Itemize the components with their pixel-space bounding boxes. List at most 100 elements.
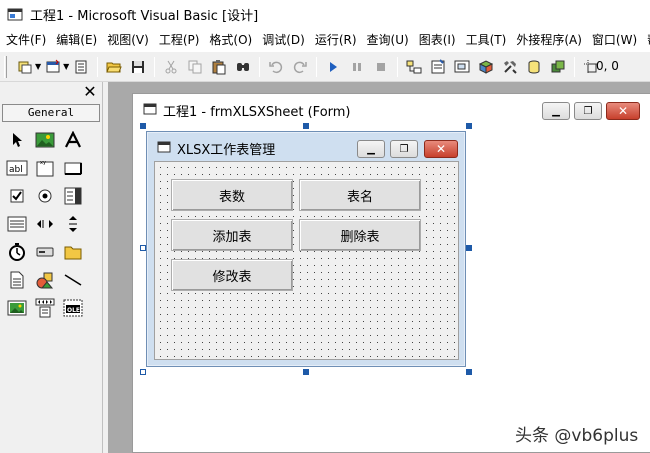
- menu-file[interactable]: 文件(F): [0, 28, 50, 52]
- app-title: 工程1 - Microsoft Visual Basic [设计]: [30, 8, 259, 24]
- commandbutton-tool-icon[interactable]: [59, 154, 87, 182]
- menu-help[interactable]: 帮助: [641, 28, 650, 52]
- minimize-icon: ▁: [552, 105, 560, 117]
- image-tool-icon[interactable]: [3, 294, 31, 322]
- standard-toolbar: ▼ ▼ 0, 0: [0, 52, 650, 82]
- toolbar-separator: [154, 56, 156, 77]
- form-minimize-button[interactable]: ▁: [357, 140, 385, 158]
- frame-tool-icon[interactable]: xy: [31, 154, 59, 182]
- menu-run[interactable]: 运行(R): [309, 28, 361, 52]
- copy-icon[interactable]: [184, 56, 206, 78]
- menu-addins[interactable]: 外接程序(A): [510, 28, 586, 52]
- dirlistbox-tool-icon[interactable]: [59, 238, 87, 266]
- paste-icon[interactable]: [208, 56, 230, 78]
- menu-project[interactable]: 工程(P): [153, 28, 204, 52]
- maximize-icon: ❐: [399, 143, 409, 155]
- undo-icon[interactable]: [265, 56, 287, 78]
- pointer-tool-icon[interactable]: [3, 126, 31, 154]
- listbox-tool-icon[interactable]: [3, 210, 31, 238]
- form-close-button[interactable]: ✕: [424, 140, 458, 158]
- position-readout: 0, 0: [596, 59, 619, 73]
- menu-format[interactable]: 格式(O): [203, 28, 256, 52]
- project-explorer-icon[interactable]: [403, 56, 425, 78]
- toolbox-icon[interactable]: [499, 56, 521, 78]
- menu-query[interactable]: 查询(U): [361, 28, 413, 52]
- object-browser-icon[interactable]: [475, 56, 497, 78]
- checkbox-tool-icon[interactable]: [3, 182, 31, 210]
- ole-tool-icon[interactable]: OLE: [59, 294, 87, 322]
- resize-handle-bottom[interactable]: [303, 369, 309, 375]
- picturebox-tool-icon[interactable]: [31, 126, 59, 154]
- menu-tools[interactable]: 工具(T): [460, 28, 511, 52]
- toolbox-tab-general[interactable]: General: [2, 104, 100, 122]
- combobox-tool-icon[interactable]: [59, 182, 87, 210]
- restore-button[interactable]: ❐: [574, 102, 602, 120]
- close-icon: ✕: [435, 142, 447, 156]
- minimize-icon: ▁: [367, 143, 375, 155]
- filelistbox-tool-icon[interactable]: [3, 266, 31, 294]
- vb-app-icon: [7, 6, 23, 22]
- delete-sheet-button[interactable]: 删除表: [299, 219, 421, 251]
- cut-icon[interactable]: [160, 56, 182, 78]
- menu-window[interactable]: 窗口(W): [586, 28, 641, 52]
- save-project-icon[interactable]: [127, 56, 149, 78]
- pause-icon[interactable]: [346, 56, 368, 78]
- shape-tool-icon[interactable]: [31, 266, 59, 294]
- minimize-button[interactable]: ▁: [542, 102, 570, 120]
- hscrollbar-tool-icon[interactable]: [31, 210, 59, 238]
- textbox-tool-icon[interactable]: abl: [3, 154, 31, 182]
- optionbutton-tool-icon[interactable]: [31, 182, 59, 210]
- form-designer-title: 工程1 - frmXLSXSheet (Form): [163, 104, 351, 120]
- add-project-icon[interactable]: [14, 56, 36, 78]
- modify-sheet-button[interactable]: 修改表: [171, 259, 293, 291]
- form-caption: XLSX工作表管理: [177, 142, 276, 158]
- form-icon: [157, 140, 171, 157]
- menu-view[interactable]: 视图(V): [101, 28, 153, 52]
- form-design-surface[interactable]: 表数 表名 添加表 删除表 修改表: [154, 161, 459, 360]
- toolbar-separator: [397, 56, 399, 77]
- run-icon[interactable]: [322, 56, 344, 78]
- form-window-icon: [143, 102, 157, 119]
- resize-handle-bottom-right[interactable]: [466, 369, 472, 375]
- menu-edit[interactable]: 编辑(E): [50, 28, 101, 52]
- form-layout-icon[interactable]: [451, 56, 473, 78]
- close-button[interactable]: ✕: [606, 102, 640, 120]
- form-maximize-button[interactable]: ❐: [390, 140, 418, 158]
- form-frmXLSXSheet[interactable]: XLSX工作表管理 ▁ ❐ ✕ 表数 表名 添加表 删除表 修改表: [146, 131, 466, 367]
- menu-editor-icon[interactable]: [70, 56, 92, 78]
- form-title-bar[interactable]: XLSX工作表管理 ▁ ❐ ✕: [147, 132, 465, 164]
- resize-handle-right[interactable]: [466, 245, 472, 251]
- menu-bar: 文件(F) 编辑(E) 视图(V) 工程(P) 格式(O) 调试(D) 运行(R…: [0, 28, 650, 52]
- data-tool-icon[interactable]: [31, 294, 59, 322]
- restore-icon: ❐: [583, 105, 593, 117]
- toolbar-separator: [574, 56, 576, 77]
- toolbox-grid: abl xy OLE: [3, 126, 87, 322]
- drivelistbox-tool-icon[interactable]: [31, 238, 59, 266]
- component-manager-icon[interactable]: [547, 56, 569, 78]
- label-tool-icon[interactable]: [59, 126, 87, 154]
- sheet-count-button[interactable]: 表数: [171, 179, 293, 211]
- toolbar-separator: [316, 56, 318, 77]
- menu-debug[interactable]: 调试(D): [256, 28, 309, 52]
- form-designer-title-bar[interactable]: 工程1 - frmXLSXSheet (Form) ▁ ❐ ✕: [133, 94, 650, 126]
- timer-tool-icon[interactable]: [3, 238, 31, 266]
- toolbar-grip[interactable]: [4, 55, 7, 78]
- data-view-icon[interactable]: [523, 56, 545, 78]
- toolbox-close-icon[interactable]: ✕: [80, 82, 100, 102]
- resize-handle-top: [303, 123, 309, 129]
- properties-window-icon[interactable]: [427, 56, 449, 78]
- find-icon[interactable]: [232, 56, 254, 78]
- close-icon: ✕: [617, 104, 629, 118]
- sheet-name-button[interactable]: 表名: [299, 179, 421, 211]
- open-project-icon[interactable]: [103, 56, 125, 78]
- menu-diagram[interactable]: 图表(I): [413, 28, 460, 52]
- vscrollbar-tool-icon[interactable]: [59, 210, 87, 238]
- svg-text:xy: xy: [40, 160, 46, 166]
- redo-icon[interactable]: [289, 56, 311, 78]
- toolbox-header: ✕: [0, 82, 102, 102]
- add-form-icon[interactable]: [42, 56, 64, 78]
- line-tool-icon[interactable]: [59, 266, 87, 294]
- add-sheet-button[interactable]: 添加表: [171, 219, 293, 251]
- stop-icon[interactable]: [370, 56, 392, 78]
- resize-handle-top-right: [466, 123, 472, 129]
